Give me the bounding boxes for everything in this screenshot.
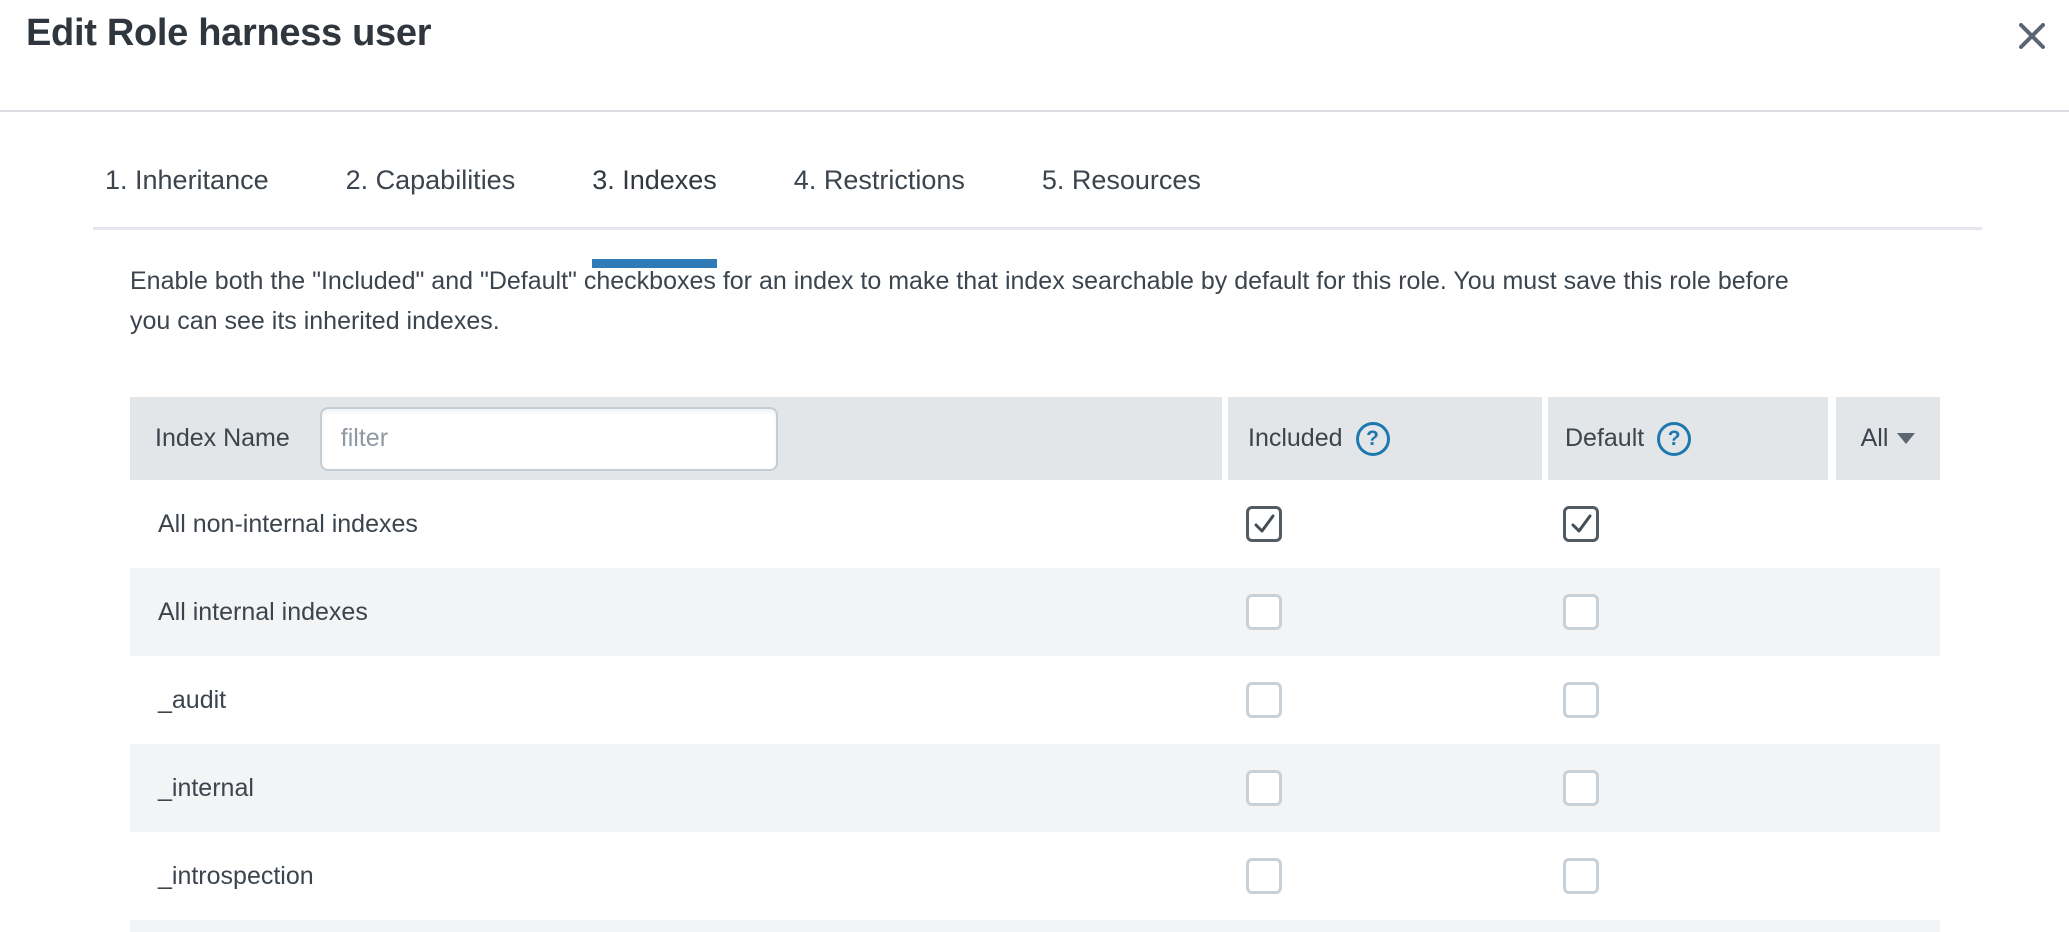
all-dropdown-label: All xyxy=(1861,424,1889,453)
next-row-partial xyxy=(130,920,1940,932)
index-name: All internal indexes xyxy=(130,598,368,627)
modal-title: Edit Role harness user xyxy=(26,10,431,56)
index-name: _audit xyxy=(130,686,226,715)
column-header-index-name: Index Name xyxy=(130,397,1222,480)
filter-input[interactable] xyxy=(320,407,778,471)
modal-header: Edit Role harness user xyxy=(0,0,2069,112)
default-label: Default xyxy=(1565,424,1644,453)
default-checkbox[interactable] xyxy=(1563,682,1599,718)
default-checkbox[interactable] xyxy=(1563,506,1599,542)
caret-down-icon xyxy=(1897,433,1915,444)
table-row: _audit xyxy=(130,656,1940,744)
table-row: All internal indexes xyxy=(130,568,1940,656)
all-dropdown[interactable]: All xyxy=(1836,397,1940,480)
index-name: _internal xyxy=(130,774,254,803)
tab-bar: 1. Inheritance 2. Capabilities 3. Indexe… xyxy=(0,112,2069,233)
tab-resources[interactable]: 5. Resources xyxy=(1042,162,1201,233)
default-checkbox[interactable] xyxy=(1563,858,1599,894)
index-name: All non-internal indexes xyxy=(130,510,418,539)
table-row: All non-internal indexes xyxy=(130,480,1940,568)
included-checkbox[interactable] xyxy=(1246,770,1282,806)
default-help-icon[interactable]: ? xyxy=(1657,422,1691,456)
index-name-label: Index Name xyxy=(155,424,290,453)
default-checkbox[interactable] xyxy=(1563,594,1599,630)
table-body: All non-internal indexes All internal ind… xyxy=(130,480,1940,920)
index-name: _introspection xyxy=(130,862,314,891)
tab-capabilities[interactable]: 2. Capabilities xyxy=(346,162,516,233)
close-button[interactable] xyxy=(2010,14,2054,58)
tab-restrictions[interactable]: 4. Restrictions xyxy=(794,162,965,233)
default-checkbox[interactable] xyxy=(1563,770,1599,806)
included-checkbox[interactable] xyxy=(1246,858,1282,894)
edit-role-modal: Edit Role harness user 1. Inheritance 2.… xyxy=(0,0,2069,932)
tab-inheritance[interactable]: 1. Inheritance xyxy=(105,162,269,233)
included-checkbox[interactable] xyxy=(1246,506,1282,542)
included-label: Included xyxy=(1248,424,1343,453)
table-row: _internal xyxy=(130,744,1940,832)
column-header-default: Default ? xyxy=(1548,397,1828,480)
tab-description: Enable both the "Included" and "Default"… xyxy=(130,261,1835,341)
indexes-table: Index Name Included ? Default ? All All … xyxy=(130,397,1940,920)
included-checkbox[interactable] xyxy=(1246,682,1282,718)
table-row: _introspection xyxy=(130,832,1940,920)
column-header-included: Included ? xyxy=(1228,397,1542,480)
close-icon xyxy=(2016,20,2048,52)
table-header: Index Name Included ? Default ? All xyxy=(130,397,1940,480)
tab-indexes[interactable]: 3. Indexes xyxy=(592,162,717,233)
included-help-icon[interactable]: ? xyxy=(1356,422,1390,456)
included-checkbox[interactable] xyxy=(1246,594,1282,630)
